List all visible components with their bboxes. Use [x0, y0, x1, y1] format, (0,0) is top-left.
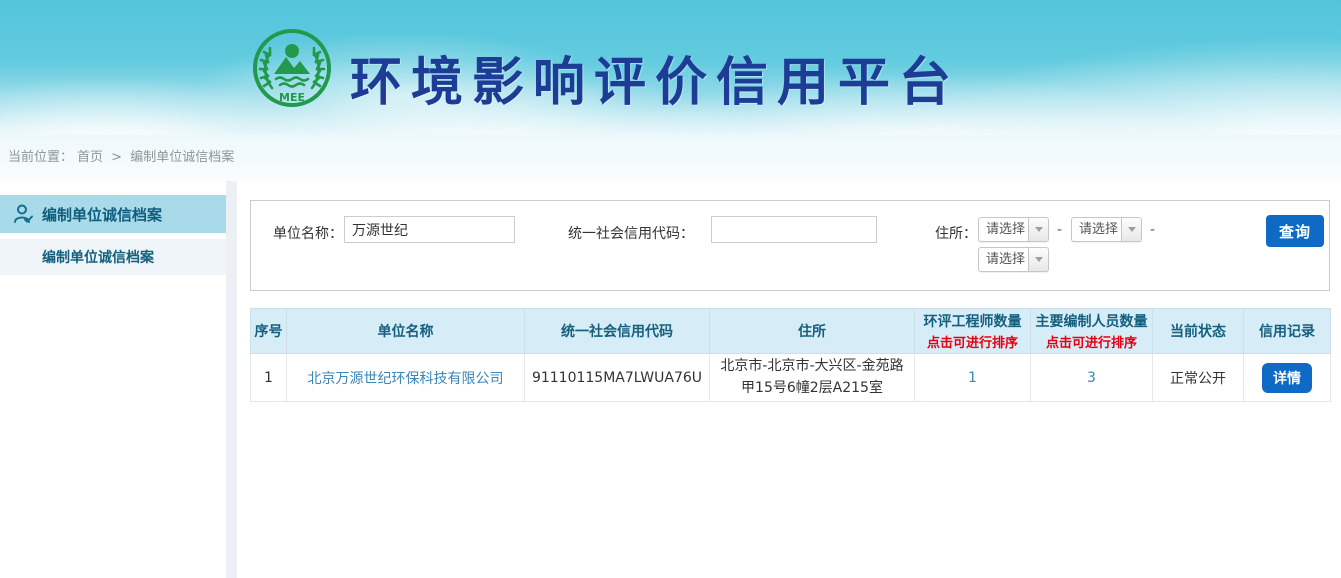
- sort-hint[interactable]: 点击可进行排序: [1034, 332, 1149, 351]
- results-table: 序号 单位名称 统一社会信用代码 住所 环评工程师数量 点击可进行排序 主要编制…: [250, 308, 1331, 402]
- header-seq: 序号: [251, 309, 287, 354]
- company-link[interactable]: 北京万源世纪环保科技有限公司: [308, 371, 504, 387]
- address-dash: -: [1150, 222, 1155, 238]
- header-engineer-count-sortable[interactable]: 环评工程师数量 点击可进行排序: [915, 309, 1031, 354]
- search-panel: 单位名称： 统一社会信用代码： 住所： 请选择 - 请选择 - 请选择 查询: [250, 200, 1330, 291]
- city-select-value: 请选择: [1072, 218, 1121, 241]
- sidebar: 编制单位诚信档案 编制单位诚信档案: [0, 181, 226, 578]
- credit-code-input[interactable]: [711, 216, 877, 243]
- district-select-value: 请选择: [979, 248, 1028, 271]
- cell-status: 正常公开: [1153, 354, 1244, 402]
- address-dash: -: [1057, 222, 1062, 238]
- address-label: 住所：: [935, 223, 977, 243]
- query-button[interactable]: 查询: [1266, 215, 1324, 247]
- header-company: 单位名称: [287, 309, 525, 354]
- header-credit-code: 统一社会信用代码: [525, 309, 710, 354]
- header-engineer-count-label: 环评工程师数量: [924, 314, 1022, 330]
- chevron-down-icon[interactable]: [1121, 218, 1141, 241]
- table-row: 1 北京万源世纪环保科技有限公司 91110115MA7LWUA76U 北京市-…: [251, 354, 1331, 402]
- sidebar-item-credit-archive[interactable]: 编制单位诚信档案: [0, 195, 226, 233]
- province-select[interactable]: 请选择: [978, 217, 1049, 242]
- sidebar-subitem-label: 编制单位诚信档案: [42, 247, 154, 267]
- sidebar-subitem-credit-archive[interactable]: 编制单位诚信档案: [0, 239, 226, 275]
- engineer-count-link[interactable]: 1: [968, 370, 977, 386]
- mee-logo-text: MEE: [279, 91, 305, 104]
- cell-credit-code: 91110115MA7LWUA76U: [525, 354, 710, 402]
- header-staff-count-label: 主要编制人员数量: [1036, 314, 1148, 330]
- person-check-icon: [12, 203, 34, 225]
- chevron-down-icon[interactable]: [1028, 248, 1048, 271]
- sidebar-item-label: 编制单位诚信档案: [42, 204, 162, 225]
- credit-code-label: 统一社会信用代码：: [568, 223, 694, 243]
- cell-seq: 1: [251, 354, 287, 402]
- breadcrumb-home-link[interactable]: 首页: [77, 150, 103, 165]
- mee-logo-icon: MEE: [250, 26, 334, 110]
- sort-hint[interactable]: 点击可进行排序: [918, 332, 1027, 351]
- province-select-value: 请选择: [979, 218, 1028, 241]
- header-credit-record: 信用记录: [1244, 309, 1331, 354]
- table-header-row: 序号 单位名称 统一社会信用代码 住所 环评工程师数量 点击可进行排序 主要编制…: [251, 309, 1331, 354]
- chevron-down-icon[interactable]: [1028, 218, 1048, 241]
- breadcrumb-prefix: 当前位置：: [8, 150, 73, 165]
- main-content: 单位名称： 统一社会信用代码： 住所： 请选择 - 请选择 - 请选择 查询: [237, 181, 1341, 578]
- breadcrumb: 当前位置： 首页 > 编制单位诚信档案: [0, 135, 1341, 181]
- breadcrumb-current: 编制单位诚信档案: [130, 150, 234, 165]
- header-staff-count-sortable[interactable]: 主要编制人员数量 点击可进行排序: [1031, 309, 1153, 354]
- company-name-input[interactable]: [344, 216, 515, 243]
- company-name-label: 单位名称：: [273, 223, 343, 243]
- header-status: 当前状态: [1153, 309, 1244, 354]
- cell-address: 北京市-北京市-大兴区-金苑路甲15号6幢2层A215室: [710, 354, 915, 402]
- city-select[interactable]: 请选择: [1071, 217, 1142, 242]
- detail-button[interactable]: 详情: [1262, 363, 1312, 393]
- staff-count-link[interactable]: 3: [1087, 370, 1096, 386]
- site-banner: MEE 环境影响评价信用平台: [0, 0, 1341, 135]
- sidebar-divider: [226, 181, 237, 578]
- page-title: 环境影响评价信用平台: [350, 40, 960, 115]
- breadcrumb-separator: >: [111, 150, 122, 165]
- district-select[interactable]: 请选择: [978, 247, 1049, 272]
- header-address: 住所: [710, 309, 915, 354]
